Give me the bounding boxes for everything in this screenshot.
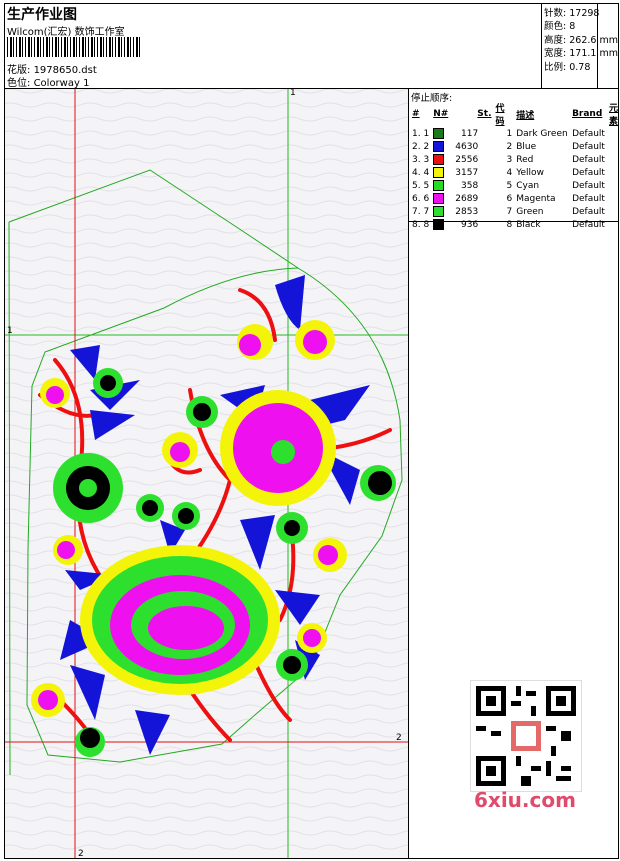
embroidery-flower-left bbox=[53, 453, 123, 523]
guide-label-left: 1 bbox=[7, 326, 13, 336]
guide-label-top: 1 bbox=[290, 88, 296, 98]
embroidery-main-flower bbox=[80, 545, 280, 695]
qr-code-icon bbox=[470, 680, 582, 792]
guide-label-right: 2 bbox=[396, 733, 402, 743]
guide-label-bottom: 2 bbox=[78, 849, 84, 859]
watermark-text: 6xiu.com bbox=[474, 788, 576, 812]
embroidery-flower-top bbox=[220, 390, 336, 506]
